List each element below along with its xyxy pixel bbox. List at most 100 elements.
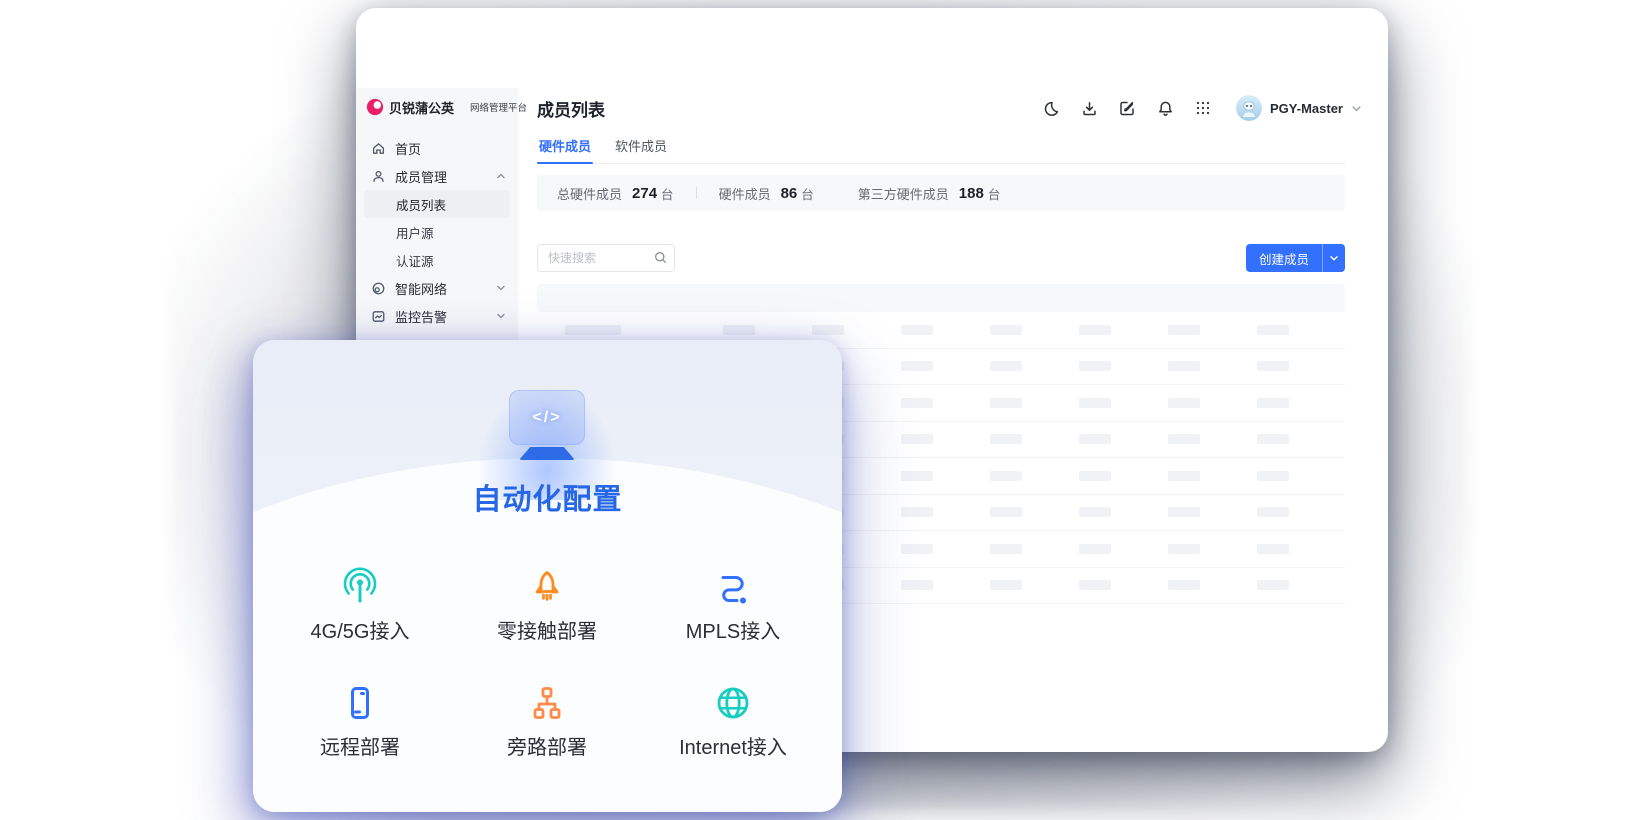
toolbar: 创建成员 <box>537 244 1345 272</box>
skeleton-cell <box>1168 507 1200 517</box>
skeleton-cell <box>990 471 1022 481</box>
download-icon[interactable] <box>1080 99 1098 117</box>
stat-divider <box>696 187 697 199</box>
create-member-dropdown[interactable] <box>1322 244 1345 272</box>
sidebar-item-monitor-alert[interactable]: 监控告警 <box>364 302 510 330</box>
username: PGY-Master <box>1270 101 1343 116</box>
monitor-chart-icon <box>370 308 386 324</box>
skeleton-cell <box>1079 398 1111 408</box>
rocket-icon <box>457 565 637 607</box>
skeleton-cell <box>1079 434 1111 444</box>
skeleton-cell <box>1168 580 1200 590</box>
skeleton-cell <box>1168 434 1200 444</box>
skeleton-cell <box>990 398 1022 408</box>
sidebar-item-label: 成员管理 <box>395 167 447 186</box>
chevron-down-icon <box>496 311 506 321</box>
tab-hardware-members[interactable]: 硬件成员 <box>537 130 593 163</box>
skeleton-cell <box>990 580 1022 590</box>
chevron-down-icon <box>1351 103 1362 114</box>
sidebar-item-home[interactable]: 首页 <box>364 134 510 162</box>
skeleton-cell <box>990 434 1022 444</box>
skeleton-cell <box>1079 507 1111 517</box>
skeleton-cell <box>990 544 1022 554</box>
skeleton-cell <box>1257 507 1289 517</box>
dark-mode-icon[interactable] <box>1042 99 1060 117</box>
sidebar-item-label: 智能网络 <box>395 279 447 298</box>
brand-logo-icon <box>366 98 384 116</box>
feature-mpls-access: MPLS接入 <box>643 565 823 644</box>
sidebar-item-member-list[interactable]: 成员列表 <box>364 190 510 218</box>
create-member-button[interactable]: 创建成员 <box>1246 244 1345 272</box>
stat-third-party-hardware: 第三方硬件成员 188 台 <box>858 184 1001 203</box>
route-icon <box>643 565 823 607</box>
skeleton-cell <box>1257 544 1289 554</box>
skeleton-cell <box>1079 361 1111 371</box>
broadcast-antenna-icon <box>270 565 450 607</box>
stats-bar: 总硬件成员 274 台 硬件成员 86 台 第三方硬件成员 188 台 <box>537 175 1345 211</box>
skeleton-cell <box>1079 544 1111 554</box>
sidebar-item-user-source[interactable]: 用户源 <box>364 218 510 246</box>
user-menu[interactable]: PGY-Master <box>1236 95 1362 121</box>
user-icon <box>370 168 386 184</box>
skeleton-cell <box>901 325 933 335</box>
skeleton-cell <box>1257 580 1289 590</box>
skeleton-cell <box>990 361 1022 371</box>
sidebar-menu: 首页 成员管理 成员列表 用户源 认 <box>364 134 510 330</box>
skeleton-cell <box>1079 580 1111 590</box>
skeleton-cell <box>1257 434 1289 444</box>
sidebar-item-smart-network[interactable]: 智能网络 <box>364 274 510 302</box>
sidebar-item-label: 成员列表 <box>396 195 446 214</box>
sidebar-item-label: 用户源 <box>396 223 434 242</box>
monitor-code-icon: </> <box>509 390 585 445</box>
skeleton-cell <box>901 544 933 554</box>
skeleton-cell <box>1168 325 1200 335</box>
avatar <box>1236 95 1262 121</box>
skeleton-cell <box>1079 325 1111 335</box>
skeleton-cell <box>1168 361 1200 371</box>
header-actions: PGY-Master <box>1042 95 1362 121</box>
table-header <box>537 284 1345 312</box>
skeleton-cell <box>1168 398 1200 408</box>
skeleton-cell <box>1079 471 1111 481</box>
tabs: 硬件成员 软件成员 <box>537 130 1345 164</box>
skeleton-cell <box>990 325 1022 335</box>
skeleton-cell <box>1257 325 1289 335</box>
skeleton-cell <box>565 325 621 335</box>
skeleton-cell <box>1257 398 1289 408</box>
tab-software-members[interactable]: 软件成员 <box>613 130 669 163</box>
notification-bell-icon[interactable] <box>1156 99 1174 117</box>
brand-logo: 贝锐蒲公英 网络管理平台 <box>364 88 510 126</box>
sidebar-item-label: 首页 <box>395 139 421 158</box>
feature-internet-access: Internet接入 <box>643 681 823 760</box>
sidebar-item-member-management[interactable]: 成员管理 <box>364 162 510 190</box>
stat-hardware: 硬件成员 86 台 <box>719 184 814 203</box>
skeleton-cell <box>901 361 933 371</box>
skeleton-cell <box>901 471 933 481</box>
home-icon <box>370 140 386 156</box>
skeleton-cell <box>901 398 933 408</box>
sidebar-item-auth-source[interactable]: 认证源 <box>364 246 510 274</box>
chevron-up-icon <box>496 171 506 181</box>
feature-bypass-deploy: 旁路部署 <box>457 681 637 760</box>
skeleton-cell <box>812 325 844 335</box>
sidebar-item-label: 认证源 <box>396 251 434 270</box>
search-box <box>537 244 675 272</box>
feature-zero-touch-deploy: 零接触部署 <box>457 565 637 644</box>
compose-edit-icon[interactable] <box>1118 99 1136 117</box>
skeleton-cell <box>901 507 933 517</box>
brand-name: 贝锐蒲公英 <box>389 98 454 117</box>
network-icon <box>370 280 386 296</box>
apps-grid-icon[interactable] <box>1194 99 1212 117</box>
sitemap-network-icon <box>457 681 637 723</box>
skeleton-cell <box>901 580 933 590</box>
promo-title: 自动化配置 <box>253 476 842 518</box>
skeleton-cell <box>723 325 755 335</box>
stat-total-hardware: 总硬件成员 274 台 <box>557 184 674 203</box>
skeleton-cell <box>990 507 1022 517</box>
promo-card-automation: </> 自动化配置 4G/5G接入 零接触部署 MPLS接入 远程部署 旁路部署 <box>253 340 842 812</box>
create-member-label[interactable]: 创建成员 <box>1246 244 1322 272</box>
skeleton-cell <box>1168 544 1200 554</box>
feature-4g5g-access: 4G/5G接入 <box>270 565 450 644</box>
search-icon <box>654 251 667 264</box>
skeleton-cell <box>1257 361 1289 371</box>
